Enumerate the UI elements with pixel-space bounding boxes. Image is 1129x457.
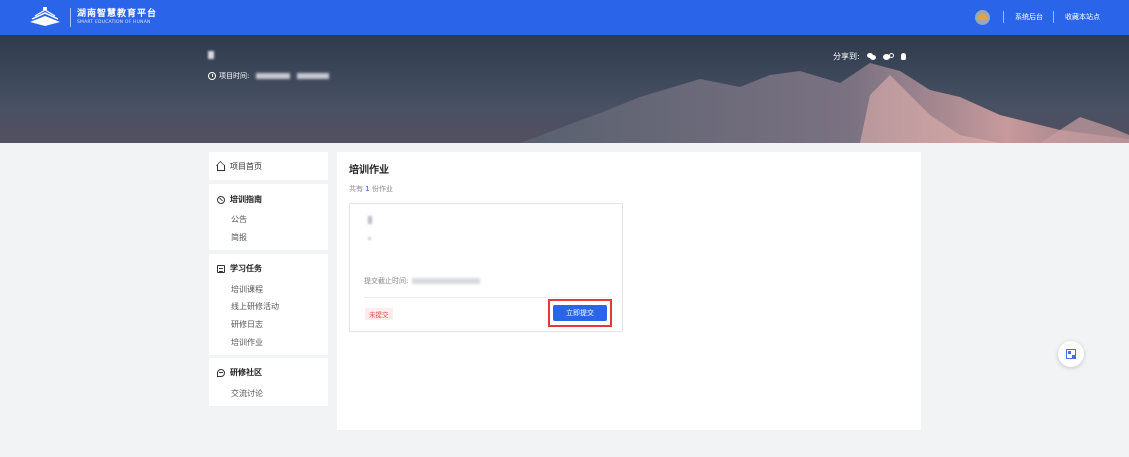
count-suffix: 份作业 xyxy=(371,185,393,193)
sidebar-home-entry: 项目首页 xyxy=(217,161,262,172)
bookmark-link[interactable]: 收藏本站点 xyxy=(1065,12,1100,22)
task-icon xyxy=(217,264,225,273)
sidebar-item-briefing[interactable]: 简报 xyxy=(231,232,247,243)
admin-link[interactable]: 系统后台 xyxy=(1015,12,1043,22)
logo-divider xyxy=(70,8,71,27)
logo[interactable] xyxy=(28,6,62,28)
share-label: 分享到: xyxy=(833,52,860,61)
nav-divider xyxy=(1003,11,1004,23)
qq-icon[interactable] xyxy=(899,53,908,60)
assignment-count: 共有 1 份作业 xyxy=(349,184,393,194)
weibo-icon[interactable] xyxy=(882,53,894,60)
card-divider xyxy=(364,297,610,298)
submit-highlight: 立即提交 xyxy=(548,299,612,327)
section-title-community: 研修社区 xyxy=(230,368,262,377)
avatar[interactable] xyxy=(975,10,990,25)
project-banner: 项目时间: 分享到: xyxy=(0,35,1129,143)
count-number: 1 xyxy=(365,185,370,193)
community-icon xyxy=(217,368,225,377)
project-time-value xyxy=(256,73,291,79)
submit-button[interactable]: 立即提交 xyxy=(553,305,607,321)
deadline-label: 提交截止时间: xyxy=(364,277,409,285)
sidebar-item-discussion[interactable]: 交流讨论 xyxy=(231,388,263,399)
sidebar-item-online-activities[interactable]: 线上研修活动 xyxy=(231,301,279,312)
wechat-icon[interactable] xyxy=(866,53,876,60)
sidebar-item-announcement[interactable]: 公告 xyxy=(231,214,247,225)
project-time: 项目时间: xyxy=(208,71,330,81)
sidebar-section-guide: 培训指南 公告 简报 xyxy=(209,184,328,250)
section-title-tasks: 学习任务 xyxy=(230,264,262,273)
deadline-value xyxy=(412,278,481,284)
brand-title: 湖南智慧教育平台 xyxy=(77,9,158,19)
section-header-guide: 培训指南 xyxy=(217,194,262,205)
brand-subtitle: SMART EDUCATION OF HUNAN xyxy=(77,20,151,25)
top-bar: 湖南智慧教育平台 SMART EDUCATION OF HUNAN 系统后台 收… xyxy=(0,0,1129,35)
assignment-title xyxy=(368,216,372,224)
home-icon xyxy=(217,164,225,171)
count-prefix: 共有 xyxy=(349,185,363,193)
project-name xyxy=(208,51,214,59)
assignment-description xyxy=(368,237,371,240)
clock-icon xyxy=(208,72,216,80)
section-header-tasks: 学习任务 xyxy=(217,263,262,274)
project-time-label: 项目时间: xyxy=(219,72,250,80)
sidebar-item-journal[interactable]: 研修日志 xyxy=(231,319,263,330)
assignments-panel: 培训作业 共有 1 份作业 提交截止时间: 未提交 xyxy=(337,152,921,430)
sidebar-section-tasks: 学习任务 培训课程 线上研修活动 研修日志 培训作业 xyxy=(209,254,328,355)
section-title-guide: 培训指南 xyxy=(230,195,262,204)
sidebar-item-courses[interactable]: 培训课程 xyxy=(231,284,263,295)
sidebar-item-home: 项目首页 xyxy=(230,162,262,171)
floating-qr-button[interactable] xyxy=(1058,341,1084,367)
project-time-value xyxy=(297,73,330,79)
share-bar: 分享到: xyxy=(833,51,908,62)
sidebar-home[interactable]: 项目首页 xyxy=(209,152,328,180)
mountain-image xyxy=(520,63,1129,143)
status-badge: 未提交 xyxy=(365,308,393,320)
sidebar-item-assignments[interactable]: 培训作业 xyxy=(231,337,263,348)
section-header-community: 研修社区 xyxy=(217,367,262,378)
deadline-row: 提交截止时间: xyxy=(364,276,481,286)
sidebar-section-community: 研修社区 交流讨论 xyxy=(209,358,328,406)
nav-divider xyxy=(1053,11,1054,23)
qr-code-icon xyxy=(1066,349,1076,359)
page-title: 培训作业 xyxy=(349,165,389,176)
guide-icon xyxy=(217,195,225,204)
